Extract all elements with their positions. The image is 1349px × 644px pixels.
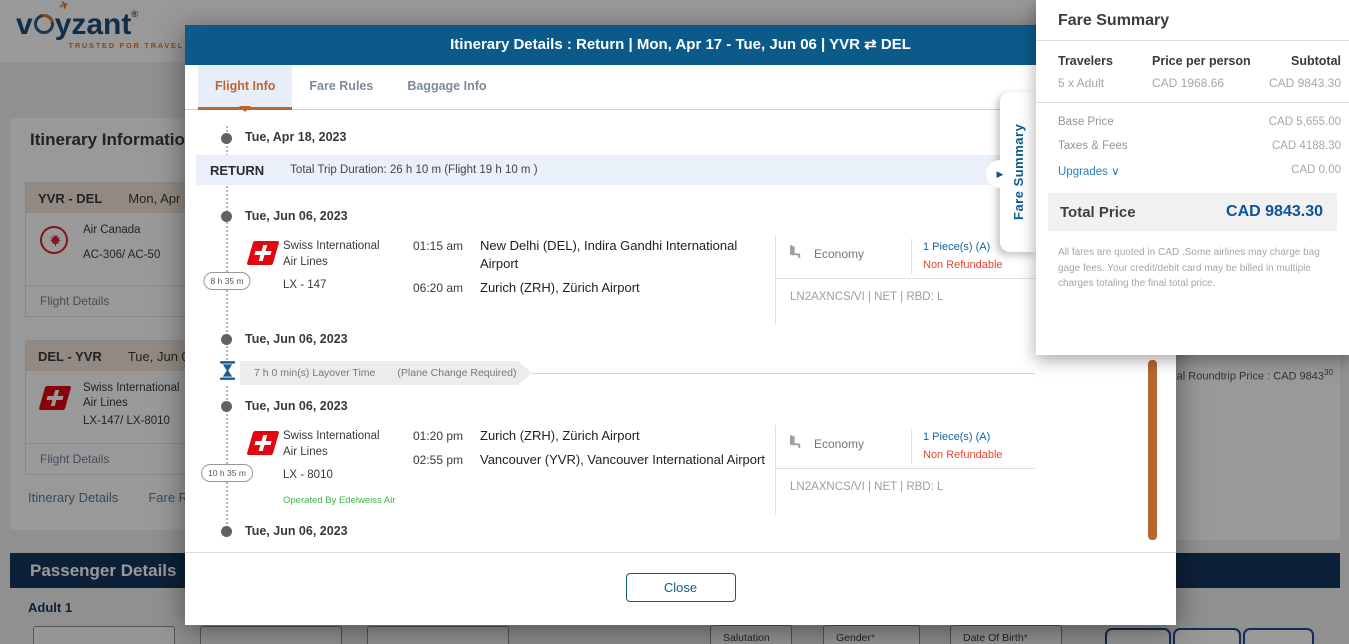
swiss-air-logo-icon bbox=[247, 431, 280, 455]
tab-fare-rules[interactable]: Fare Rules bbox=[292, 65, 390, 109]
screen: vyzant® ✈ TRUSTED FOR TRAVEL Itinerary I… bbox=[0, 0, 1349, 644]
close-button[interactable]: Close bbox=[626, 573, 736, 602]
arrival-airport: Zurich (ZRH), Zürich Airport bbox=[480, 279, 773, 297]
timeline-dot bbox=[221, 334, 232, 345]
refund-status: Non Refundable bbox=[923, 259, 1003, 271]
flight-number: LX - 147 bbox=[283, 279, 326, 291]
arrival-time: 06:20 am bbox=[413, 279, 480, 297]
segment-duration-badge: 8 h 35 m bbox=[203, 272, 250, 290]
timeline-date: Tue, Jun 06, 2023 bbox=[245, 209, 348, 223]
col-price-per-person: Price per person bbox=[1152, 54, 1291, 68]
flight-number: LX - 8010 bbox=[283, 469, 333, 481]
fare-summary-title: Fare Summary bbox=[1036, 0, 1349, 40]
baggage-allowance[interactable]: 1 Piece(s) (A) bbox=[923, 241, 990, 253]
segment-duration-badge: 10 h 35 m bbox=[201, 464, 253, 482]
segment-fare-block: Economy 1 Piece(s) (A) Non Refundable LN… bbox=[775, 235, 1035, 325]
modal-title-bar: Itinerary Details : Return | Mon, Apr 17… bbox=[185, 25, 1176, 65]
seat-icon bbox=[790, 435, 803, 453]
col-subtotal: Subtotal bbox=[1291, 54, 1341, 68]
airline-name: Swiss International Air Lines bbox=[283, 429, 383, 460]
timeline-dot bbox=[221, 526, 232, 537]
cabin-row: Economy 1 Piece(s) (A) Non Refundable bbox=[776, 235, 1035, 279]
modal-footer: Close bbox=[185, 552, 1176, 625]
fare-summary-slide-tab[interactable]: Fare Summary ▶ bbox=[1000, 92, 1037, 252]
airline-name: Swiss International Air Lines bbox=[283, 239, 383, 270]
base-price-label: Base Price bbox=[1058, 116, 1114, 128]
swiss-air-logo-icon bbox=[247, 241, 280, 265]
layover-rule-line bbox=[532, 373, 1035, 374]
segment-schedule: 01:15 am New Delhi (DEL), Indira Gandhi … bbox=[413, 237, 773, 304]
upgrades-value: CAD 0.00 bbox=[1291, 164, 1341, 178]
taxes-fees-value: CAD 4188.30 bbox=[1272, 140, 1341, 152]
subtotal-value: CAD 9843.30 bbox=[1269, 76, 1341, 90]
tab-flight-info[interactable]: Flight Info bbox=[198, 65, 292, 109]
fare-summary-panel: Fare Summary Travelers Price per person … bbox=[1036, 0, 1349, 355]
chevron-down-icon: ∨ bbox=[1111, 166, 1119, 178]
departure-row: 01:15 am New Delhi (DEL), Indira Gandhi … bbox=[413, 237, 773, 273]
refund-status: Non Refundable bbox=[923, 449, 1003, 461]
travelers-value: 5 x Adult bbox=[1058, 76, 1152, 90]
operated-by-note: Operated By Edelweiss Air bbox=[283, 495, 395, 506]
departure-time: 01:20 pm bbox=[413, 427, 480, 445]
divider bbox=[911, 239, 912, 274]
timeline-dot bbox=[221, 211, 232, 222]
layover-duration: 7 h 0 min(s) Layover Time bbox=[254, 367, 375, 379]
departure-row: 01:20 pm Zurich (ZRH), Zürich Airport bbox=[413, 427, 773, 445]
return-label: RETURN bbox=[210, 163, 264, 178]
timeline-date: Tue, Jun 06, 2023 bbox=[245, 332, 348, 346]
upgrades-expander[interactable]: Upgrades ∨ bbox=[1058, 164, 1120, 178]
departure-time: 01:15 am bbox=[413, 237, 480, 273]
timeline-date: Tue, Jun 06, 2023 bbox=[245, 524, 348, 538]
timeline-date: Tue, Jun 06, 2023 bbox=[245, 399, 348, 413]
fare-basis-info: LN2AXNCS/VI | NET | RBD: L bbox=[776, 279, 1035, 303]
timeline-dot bbox=[221, 133, 232, 144]
cabin-class: Economy bbox=[814, 437, 864, 451]
timeline-dot bbox=[221, 401, 232, 412]
hourglass-icon bbox=[218, 361, 237, 385]
upgrades-row: Upgrades ∨ CAD 0.00 bbox=[1036, 158, 1349, 184]
return-summary-bar: RETURN Total Trip Duration: 26 h 10 m (F… bbox=[196, 155, 1036, 185]
layover-banner: 7 h 0 min(s) Layover Time (Plane Change … bbox=[240, 361, 532, 385]
arrival-airport: Vancouver (YVR), Vancouver International… bbox=[480, 451, 773, 469]
fare-table-row: 5 x Adult CAD 1968.66 CAD 9843.30 bbox=[1036, 68, 1349, 102]
trip-duration: Total Trip Duration: 26 h 10 m (Flight 1… bbox=[290, 164, 537, 176]
base-price-value: CAD 5,655.00 bbox=[1269, 116, 1341, 128]
taxes-fees-label: Taxes & Fees bbox=[1058, 140, 1128, 152]
collapse-arrow-icon[interactable]: ▶ bbox=[986, 160, 1014, 188]
cabin-class: Economy bbox=[814, 247, 864, 261]
total-price-bar: Total Price CAD 9843.30 bbox=[1048, 193, 1337, 231]
departure-airport: New Delhi (DEL), Indira Gandhi Internati… bbox=[480, 237, 773, 273]
tab-baggage-info[interactable]: Baggage Info bbox=[390, 65, 503, 109]
timeline-date: Tue, Apr 18, 2023 bbox=[245, 130, 346, 144]
total-price-value: CAD 9843.30 bbox=[1226, 203, 1323, 221]
arrival-row: 02:55 pm Vancouver (YVR), Vancouver Inte… bbox=[413, 451, 773, 469]
modal-scrollbar-thumb[interactable] bbox=[1148, 360, 1157, 540]
arrival-time: 02:55 pm bbox=[413, 451, 480, 469]
arrival-row: 06:20 am Zurich (ZRH), Zürich Airport bbox=[413, 279, 773, 297]
segment-schedule: 01:20 pm Zurich (ZRH), Zürich Airport 02… bbox=[413, 427, 773, 475]
total-price-label: Total Price bbox=[1060, 204, 1136, 221]
departure-airport: Zurich (ZRH), Zürich Airport bbox=[480, 427, 773, 445]
fare-disclaimer: All fares are quoted in CAD .Some airlin… bbox=[1036, 231, 1349, 292]
seat-icon bbox=[790, 245, 803, 263]
fare-basis-info: LN2AXNCS/VI | NET | RBD: L bbox=[776, 469, 1035, 493]
base-price-row: Base Price CAD 5,655.00 bbox=[1036, 103, 1349, 134]
divider bbox=[911, 429, 912, 464]
fare-table-header: Travelers Price per person Subtotal bbox=[1036, 41, 1349, 68]
layover-note: (Plane Change Required) bbox=[397, 367, 516, 379]
flight-segment: Swiss International Air Lines LX - 8010 … bbox=[245, 425, 1045, 517]
segment-fare-block: Economy 1 Piece(s) (A) Non Refundable LN… bbox=[775, 425, 1035, 515]
price-per-person-value: CAD 1968.66 bbox=[1152, 76, 1269, 90]
flight-segment: Swiss International Air Lines LX - 147 0… bbox=[245, 235, 1045, 327]
cabin-row: Economy 1 Piece(s) (A) Non Refundable bbox=[776, 425, 1035, 469]
upgrades-label: Upgrades bbox=[1058, 166, 1108, 178]
col-travelers: Travelers bbox=[1058, 54, 1152, 68]
baggage-allowance[interactable]: 1 Piece(s) (A) bbox=[923, 431, 990, 443]
taxes-fees-row: Taxes & Fees CAD 4188.30 bbox=[1036, 134, 1349, 158]
